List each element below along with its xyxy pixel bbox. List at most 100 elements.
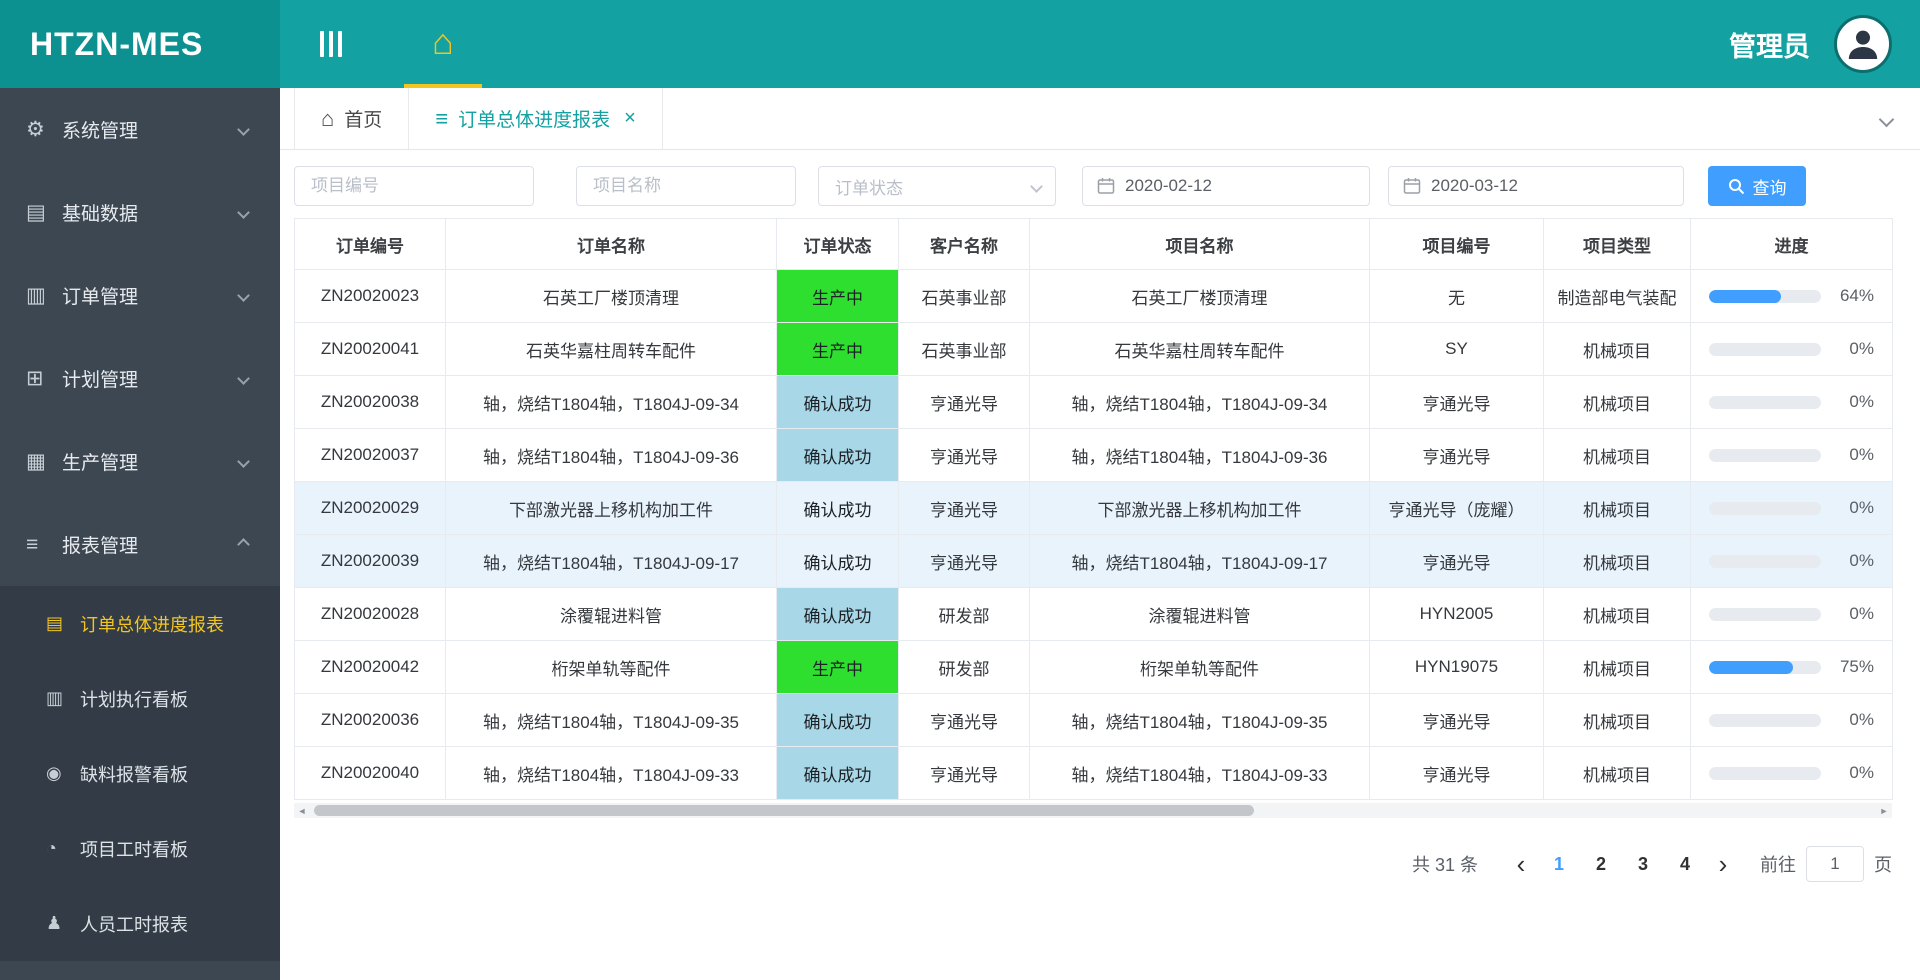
cell-order-name: 轴，烧结T1804轴，T1804J-09-34	[445, 375, 777, 429]
tab-order-progress-report[interactable]: ≡ 订单总体进度报表 ×	[408, 88, 663, 149]
cell-project-no: 亨通光导	[1369, 693, 1544, 747]
calendar-icon	[1403, 178, 1421, 194]
tabs-dropdown-button[interactable]	[1878, 88, 1895, 150]
table-row[interactable]: ZN20020040 轴，烧结T1804轴，T1804J-09-33 确认成功 亨通光…	[294, 746, 1893, 800]
table-row[interactable]: ZN20020042 桁架单轨等配件 生产中 研发部 桁架单轨等配件 HYN19075 机械…	[294, 640, 1893, 694]
cell-order-no: ZN20020041	[294, 322, 446, 376]
scroll-right-arrow-icon[interactable]: ►	[1876, 803, 1892, 818]
page-number-button[interactable]: 3	[1626, 847, 1660, 881]
main-content: ⌂ 首页 ≡ 订单总体进度报表 × 订单状态 2020-02-12	[280, 88, 1920, 980]
project-no-input[interactable]	[294, 166, 534, 206]
search-icon	[1728, 178, 1744, 194]
alarm-icon: ◉	[46, 763, 62, 783]
sidebar-item-orders[interactable]: ▥ 订单管理	[0, 254, 280, 337]
order-status-select[interactable]: 订单状态	[818, 166, 1056, 206]
tab-label: 首页	[344, 110, 383, 131]
cell-progress: 0%	[1690, 322, 1893, 376]
sidebar-item-label: 系统管理	[62, 121, 139, 142]
production-icon: ▦	[26, 450, 46, 473]
table-row[interactable]: ZN20020041 石英华嘉柱周转车配件 生产中 石英事业部 石英华嘉柱周转车配件 SY…	[294, 322, 1893, 376]
order-icon: ▥	[26, 284, 46, 307]
page-number-button[interactable]: 4	[1668, 847, 1702, 881]
page-number-button[interactable]: 2	[1584, 847, 1618, 881]
progress-bar	[1709, 448, 1821, 462]
column-header: 客户名称	[898, 218, 1030, 270]
person-icon: ♟	[46, 913, 63, 933]
sidebar-item-reports[interactable]: ≡ 报表管理	[0, 503, 280, 586]
home-icon: ⌂	[321, 105, 335, 131]
chevron-down-icon	[237, 289, 250, 302]
progress-label: 0%	[1849, 763, 1874, 782]
scroll-left-arrow-icon[interactable]: ◄	[294, 803, 310, 818]
project-name-input[interactable]	[576, 166, 796, 206]
cell-project-no: 无	[1369, 269, 1544, 323]
table-row[interactable]: ZN20020037 轴，烧结T1804轴，T1804J-09-36 确认成功 亨通光…	[294, 428, 1893, 482]
sidebar-subitem-label: 订单总体进度报表	[80, 614, 224, 635]
table-row[interactable]: ZN20020028 涂覆辊进料管 确认成功 研发部 涂覆辊进料管 HYN2005 机械项目…	[294, 587, 1893, 641]
sidebar-item-basic-data[interactable]: ▤ 基础数据	[0, 171, 280, 254]
table-row[interactable]: ZN20020039 轴，烧结T1804轴，T1804J-09-17 确认成功 亨通光…	[294, 534, 1893, 588]
cell-order-name: 涂覆辊进料管	[445, 587, 777, 641]
user-avatar[interactable]	[1834, 15, 1892, 73]
sidebar-item-system[interactable]: ⚙ 系统管理	[0, 88, 280, 171]
sidebar-collapse-button[interactable]	[320, 29, 342, 59]
next-page-button[interactable]: ›	[1706, 847, 1740, 881]
cell-project-type: 机械项目	[1543, 322, 1691, 376]
cell-progress: 0%	[1690, 481, 1893, 535]
tab-home[interactable]: ⌂ 首页	[294, 88, 410, 149]
table-row[interactable]: ZN20020023 石英工厂楼顶清理 生产中 石英事业部 石英工厂楼顶清理无制造部电气…	[294, 269, 1893, 323]
gear-icon: ⚙	[26, 118, 45, 141]
scrollbar-thumb[interactable]	[314, 805, 1254, 816]
cell-progress: 0%	[1690, 587, 1893, 641]
table-row[interactable]: ZN20020036 轴，烧结T1804轴，T1804J-09-35 确认成功 亨通光…	[294, 693, 1893, 747]
reports-submenu: ▤ 订单总体进度报表 ▥ 计划执行看板 ◉ 缺料报警看板 ◔ 项目工时看板 ♟ …	[0, 586, 280, 961]
cell-progress: 0%	[1690, 693, 1893, 747]
cell-order-name: 轴，烧结T1804轴，T1804J-09-35	[445, 693, 777, 747]
sidebar-subitem-material-shortage-board[interactable]: ◉ 缺料报警看板	[0, 736, 280, 811]
table-row[interactable]: ZN20020038 轴，烧结T1804轴，T1804J-09-34 确认成功 亨通光…	[294, 375, 1893, 429]
column-header: 项目编号	[1369, 218, 1544, 270]
date-from-input[interactable]: 2020-02-12	[1082, 166, 1370, 206]
search-button[interactable]: 查询	[1708, 166, 1806, 206]
date-to-input[interactable]: 2020-03-12	[1388, 166, 1684, 206]
status-cell: 生产中	[776, 322, 899, 376]
cell-order-no: ZN20020028	[294, 587, 446, 641]
cell-order-no: ZN20020037	[294, 428, 446, 482]
progress-label: 0%	[1849, 604, 1874, 623]
prev-page-button[interactable]: ‹	[1504, 847, 1538, 881]
cell-customer: 石英事业部	[898, 322, 1030, 376]
cell-project-type: 机械项目	[1543, 640, 1691, 694]
sidebar-subitem-plan-execution-board[interactable]: ▥ 计划执行看板	[0, 661, 280, 736]
chevron-down-icon	[237, 206, 250, 219]
column-header: 订单名称	[445, 218, 777, 270]
cell-project-type: 机械项目	[1543, 587, 1691, 641]
cell-project-type: 制造部电气装配	[1543, 269, 1691, 323]
horizontal-scrollbar[interactable]: ◄ ►	[294, 803, 1892, 818]
pagination: 共 31 条 ‹ 1234 › 前往 页	[280, 846, 1892, 882]
chevron-down-icon	[1878, 111, 1895, 127]
tab-bar: ⌂ 首页 ≡ 订单总体进度报表 ×	[280, 88, 1920, 150]
sidebar-subitem-personnel-hours-report[interactable]: ♟ 人员工时报表	[0, 886, 280, 961]
sidebar-subitem-project-hours-board[interactable]: ◔ 项目工时看板	[0, 811, 280, 886]
home-icon: ⌂	[432, 21, 454, 62]
sidebar-subitem-label: 计划执行看板	[80, 689, 188, 710]
progress-bar	[1709, 766, 1821, 780]
progress-label: 0%	[1849, 339, 1874, 358]
goto-page-input[interactable]	[1806, 846, 1864, 882]
page-number-button[interactable]: 1	[1542, 847, 1576, 881]
table-body: ZN20020023 石英工厂楼顶清理 生产中 石英事业部 石英工厂楼顶清理无制造部电气…	[294, 269, 1893, 800]
close-icon[interactable]: ×	[624, 107, 636, 130]
header-home-tab[interactable]: ⌂	[404, 0, 482, 88]
progress-label: 0%	[1849, 551, 1874, 570]
column-header: 订单编号	[294, 218, 446, 270]
table-row[interactable]: ZN20020029 下部激光器上移机构加工件 确认成功 亨通光导 下部激光器上移机构加…	[294, 481, 1893, 535]
clock-icon: ◔	[46, 838, 57, 858]
progress-label: 75%	[1839, 657, 1874, 676]
sidebar-item-production[interactable]: ▦ 生产管理	[0, 420, 280, 503]
sidebar-subitem-order-progress-report[interactable]: ▤ 订单总体进度报表	[0, 586, 280, 661]
header-main: ⌂ 管理员	[280, 0, 1920, 88]
chevron-down-icon	[1030, 179, 1043, 193]
sidebar-item-label: 生产管理	[62, 453, 139, 474]
status-cell: 确认成功	[776, 534, 899, 588]
sidebar-item-plans[interactable]: ⊞ 计划管理	[0, 337, 280, 420]
